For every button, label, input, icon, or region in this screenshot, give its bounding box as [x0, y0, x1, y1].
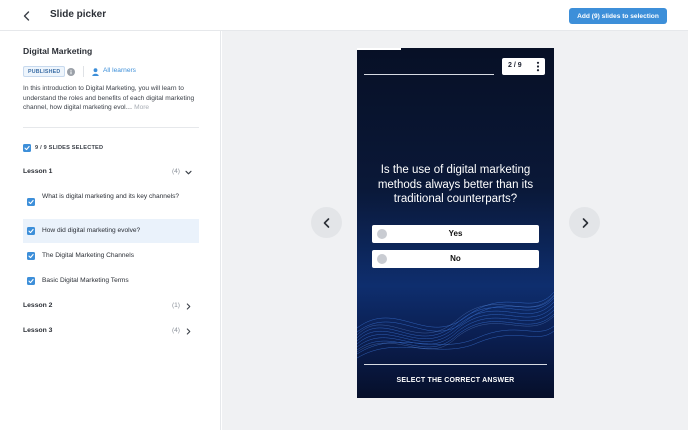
add-slides-button[interactable]: Add (9) slides to selection	[569, 8, 667, 24]
slide-item[interactable]: What is digital marketing and its key ch…	[23, 189, 199, 215]
course-title: Digital Marketing	[23, 46, 93, 56]
answer-option-no[interactable]: No	[372, 250, 539, 268]
select-all-checkbox[interactable]	[23, 144, 31, 152]
chevron-right-icon	[582, 217, 588, 228]
lesson-slide-count: (1)	[171, 302, 180, 309]
slide-checkbox[interactable]	[27, 227, 35, 235]
lesson-1-header[interactable]: Lesson 1 (4)	[23, 167, 199, 179]
slide-item[interactable]: The Digital Marketing Channels	[23, 247, 199, 265]
slide-counter-text: 2 / 9	[508, 62, 522, 69]
check-icon	[28, 199, 34, 205]
more-options-icon[interactable]	[534, 61, 542, 72]
slide-progress-bar	[357, 48, 401, 50]
back-arrow-icon[interactable]	[20, 9, 34, 23]
slide-counter: 2 / 9	[502, 58, 545, 75]
more-link[interactable]: More	[134, 104, 149, 111]
slide-preview: 2 / 9 Is the use of digital marketing me…	[357, 48, 554, 398]
lesson-slide-count: (4)	[171, 168, 180, 175]
answer-label: Yes	[448, 229, 463, 238]
slide-divider	[364, 74, 494, 75]
wave-background-graphic	[357, 291, 554, 359]
slide-item-active[interactable]: How did digital marketing evolve?	[23, 219, 199, 243]
previous-slide-button[interactable]	[311, 207, 342, 238]
slide-item[interactable]: Basic Digital Marketing Terms	[23, 272, 199, 290]
top-bar: Slide picker Add (9) slides to selection	[0, 0, 688, 31]
slide-checkbox[interactable]	[27, 252, 35, 260]
lesson-name: Lesson 3	[23, 327, 53, 334]
user-icon	[92, 68, 99, 76]
lesson-slide-count: (4)	[171, 327, 180, 334]
chevron-down-icon	[185, 170, 192, 175]
lesson-name: Lesson 2	[23, 302, 53, 309]
chevron-right-icon	[186, 328, 191, 335]
description-text: In this introduction to Digital Marketin…	[23, 85, 195, 111]
answer-option-yes[interactable]: Yes	[372, 225, 539, 243]
slide-checkbox[interactable]	[27, 277, 35, 285]
check-icon	[28, 253, 34, 259]
check-icon	[24, 145, 30, 151]
check-icon	[28, 278, 34, 284]
selection-count: 9 / 9 SLIDES SELECTED	[35, 145, 104, 151]
check-icon	[28, 228, 34, 234]
slide-title: How did digital marketing evolve?	[42, 227, 141, 234]
divider	[23, 127, 199, 128]
slide-title: What is digital marketing and its key ch…	[42, 193, 180, 200]
lesson-2-header[interactable]: Lesson 2 (1)	[23, 301, 199, 313]
course-sidebar: Digital Marketing PUBLISHED All learners…	[0, 31, 221, 430]
info-icon[interactable]	[67, 68, 75, 76]
answer-label: No	[450, 254, 461, 263]
slide-title: The Digital Marketing Channels	[42, 252, 134, 259]
slide-divider	[364, 364, 547, 365]
chevron-right-icon	[186, 303, 191, 310]
audience-link[interactable]: All learners	[103, 67, 136, 74]
status-badge: PUBLISHED	[23, 66, 66, 77]
slide-title: Basic Digital Marketing Terms	[42, 277, 129, 284]
divider	[83, 66, 84, 77]
lesson-name: Lesson 1	[23, 168, 53, 175]
lesson-3-header[interactable]: Lesson 3 (4)	[23, 326, 199, 338]
chevron-left-icon	[323, 217, 329, 228]
course-description: In this introduction to Digital Marketin…	[23, 84, 200, 113]
next-slide-button[interactable]	[569, 207, 600, 238]
slide-checkbox[interactable]	[27, 198, 35, 206]
question-text: Is the use of digital marketing methods …	[377, 164, 534, 205]
page-title: Slide picker	[50, 9, 107, 20]
answer-instruction: SELECT THE CORRECT ANSWER	[396, 377, 515, 384]
